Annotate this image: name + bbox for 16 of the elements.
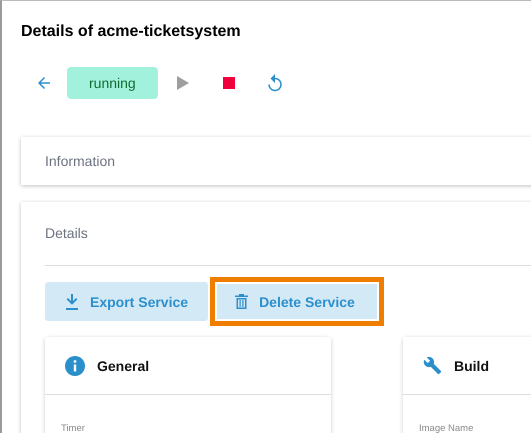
section-title: Details — [45, 225, 88, 241]
download-icon — [65, 294, 79, 310]
field-label: Image Name — [419, 423, 474, 433]
card-title: Build — [454, 358, 489, 374]
field-label: Timer — [61, 423, 85, 433]
stop-icon[interactable] — [222, 77, 235, 89]
restart-icon[interactable] — [266, 73, 284, 93]
wrench-icon — [423, 356, 442, 375]
trash-icon — [235, 294, 248, 309]
information-panel[interactable]: Information — [21, 137, 531, 185]
section-title: Information — [45, 153, 116, 169]
info-icon — [65, 356, 85, 376]
export-button[interactable]: Export Service — [45, 282, 208, 321]
status-badge: running — [67, 67, 158, 99]
card-title: General — [97, 358, 150, 374]
page-title: Details of acme-ticketsystem — [21, 22, 242, 42]
